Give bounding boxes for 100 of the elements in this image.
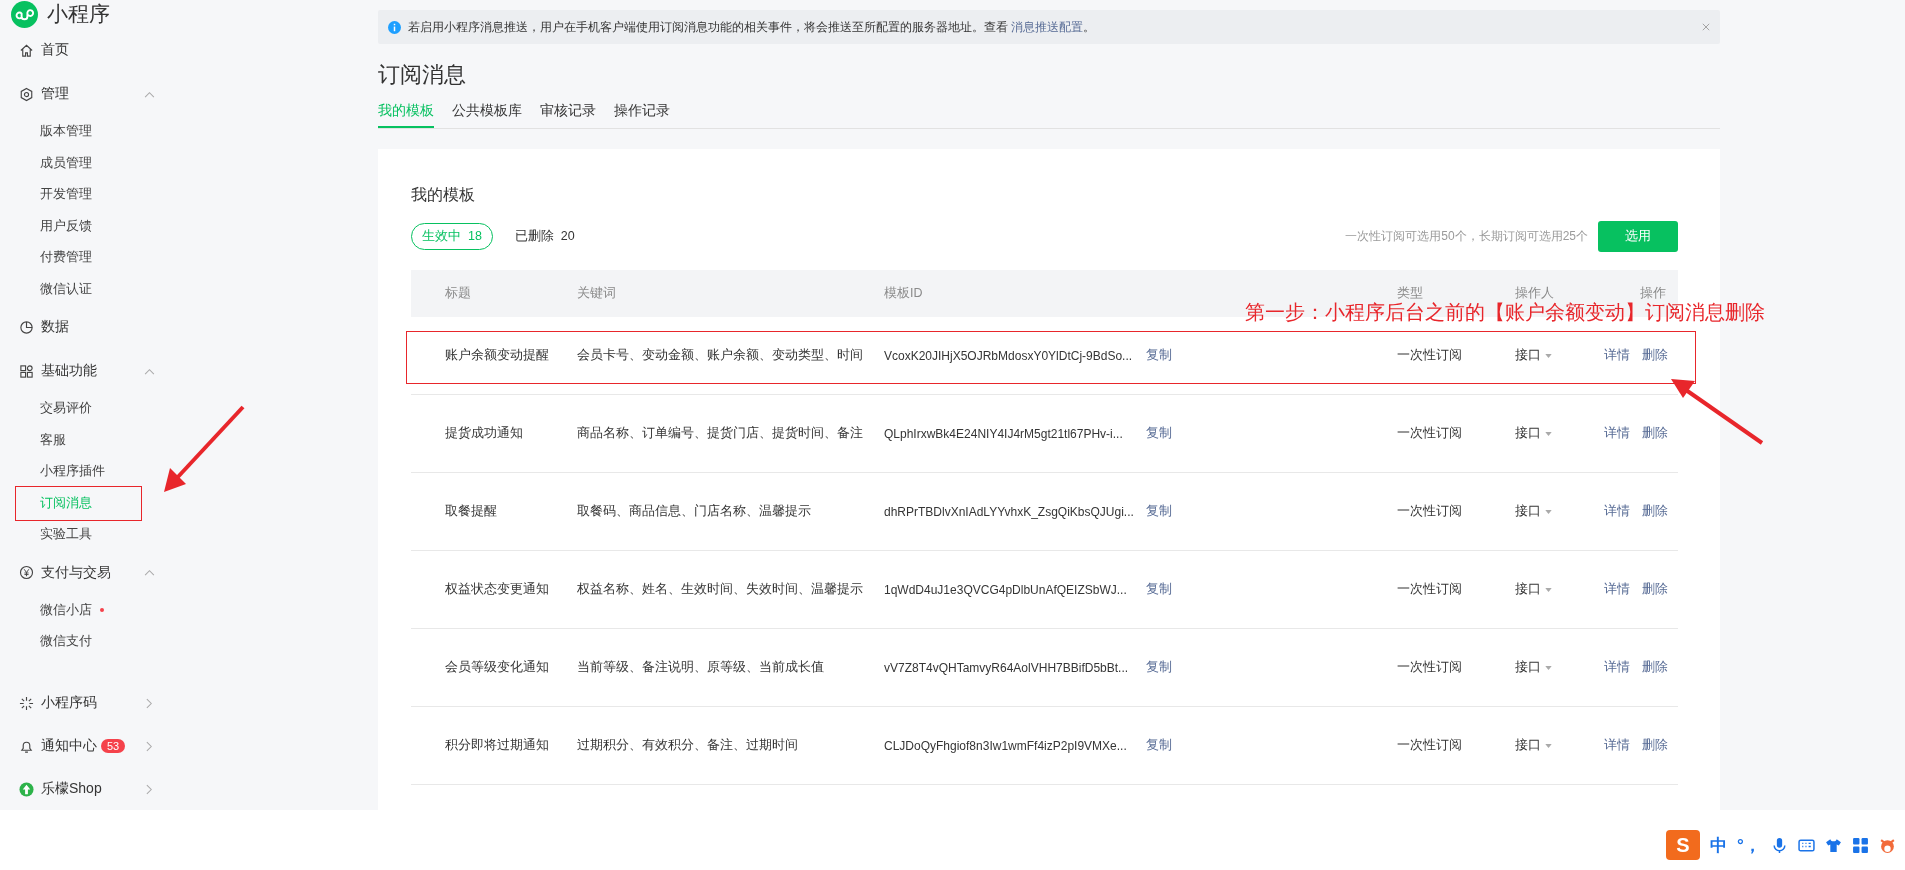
caret-icon: [1545, 665, 1552, 670]
action-link[interactable]: 删除: [1642, 503, 1668, 520]
table-cell-text: vV7Z8T4vQHTamvyR64AolVHH7BBifD5bBt...: [884, 660, 1130, 675]
sparkle-icon: [19, 695, 34, 711]
operator-dropdown[interactable]: 接口: [1515, 581, 1552, 598]
table-cell-text: VcoxK20JIHjX5OJRbMdosxY0YlDtCj-9BdSo...: [884, 348, 1134, 363]
sidebar-item[interactable]: 微信认证: [0, 273, 182, 305]
table-cell-text: 一次性订阅: [1397, 503, 1463, 520]
copy-link[interactable]: 复制: [1146, 660, 1172, 674]
quota-note: 一次性订阅可选用50个，长期订阅可选用25个: [1345, 227, 1588, 245]
ime-button[interactable]: °，: [1737, 833, 1761, 857]
table-cell-text: 取餐提醒: [445, 503, 498, 520]
sidebar-item[interactable]: 开发管理: [0, 179, 182, 211]
sidebar-item[interactable]: 小程序码: [0, 681, 182, 725]
table-cell-text: 一次性订阅: [1397, 425, 1463, 442]
action-link[interactable]: 删除: [1642, 737, 1668, 754]
operator-dropdown[interactable]: 接口: [1515, 425, 1552, 442]
column-header: 模板ID: [884, 285, 924, 302]
action-link[interactable]: 详情: [1604, 503, 1630, 520]
table-cell-text: 会员等级变化通知: [445, 659, 550, 676]
copy-link[interactable]: 复制: [1146, 504, 1172, 518]
page-title: 订阅消息: [378, 61, 467, 89]
sidebar-item[interactable]: 客服: [0, 424, 182, 456]
table-cell-text: 会员卡号、变动金额、账户余额、变动类型、时间: [577, 347, 864, 364]
action-link[interactable]: 删除: [1642, 347, 1668, 364]
action-link[interactable]: 详情: [1604, 581, 1630, 598]
settings-link[interactable]: 消息推送配置: [1011, 19, 1084, 34]
sidebar-item[interactable]: 数据: [0, 305, 182, 349]
table-cell-text: 当前等级、备注说明、原等级、当前成长值: [577, 659, 825, 676]
table-cell-text: 权益名称、姓名、生效时间、失效时间、温馨提示: [577, 581, 864, 598]
table-cell-text: 过期积分、有效积分、备注、过期时间: [577, 737, 799, 754]
action-link[interactable]: 详情: [1604, 659, 1630, 676]
action-link[interactable]: 删除: [1642, 659, 1668, 676]
sidebar-item[interactable]: 用户反馈: [0, 210, 182, 242]
column-header: 操作人: [1515, 285, 1555, 302]
app-name: 小程序: [47, 1, 110, 27]
table-cell-text: 一次性订阅: [1397, 659, 1463, 676]
action-link[interactable]: 详情: [1604, 347, 1630, 364]
count-badge: 53: [101, 739, 126, 753]
column-header: 标题: [445, 285, 472, 302]
settings-icon: [19, 86, 34, 102]
ime-button[interactable]: 中: [1710, 833, 1727, 857]
table-cell-text: 1qWdD4uJ1e3QVCG4pDlbUnAfQEIZSbWJ...: [884, 582, 1128, 597]
annotation-text: 第一步：小程序后台之前的【账户余额变动】订阅消息删除: [1245, 300, 1765, 325]
operator-dropdown[interactable]: 接口: [1515, 503, 1552, 520]
home-icon: [19, 42, 34, 58]
action-link[interactable]: 删除: [1642, 425, 1668, 442]
table-cell-text: 商品名称、订单编号、提货门店、提货时间、备注: [577, 425, 864, 442]
caret-icon: [1545, 743, 1552, 748]
action-link[interactable]: 详情: [1604, 737, 1630, 754]
filter-tab[interactable]: 已删除 20: [514, 227, 575, 245]
copy-link[interactable]: 复制: [1146, 426, 1172, 440]
table-cell-text: 积分即将过期通知: [445, 737, 550, 754]
column-header: 操作: [1639, 285, 1666, 302]
table-cell-text: 提货成功通知: [445, 425, 524, 442]
table-cell-text: CLJDoQyFhgiof8n3Iw1wmFf4izP2pI9VMXe...: [884, 738, 1128, 753]
sidebar-item[interactable]: 首页: [0, 28, 182, 72]
copy-link[interactable]: 复制: [1146, 348, 1172, 362]
operator-dropdown[interactable]: 接口: [1515, 737, 1552, 754]
table-cell-text: 账户余额变动提醒: [445, 347, 550, 364]
sidebar-item[interactable]: 通知中心 53: [0, 724, 182, 768]
table-cell-text: 权益状态变更通知: [445, 581, 550, 598]
sidebar-item[interactable]: 实验工具: [0, 519, 182, 551]
caret-icon: [1545, 353, 1552, 358]
sidebar-item[interactable]: 微信支付: [0, 626, 182, 658]
copy-link[interactable]: 复制: [1146, 738, 1172, 752]
table-cell-text: QLphIrxwBk4E24NIY4IJ4rM5gt21tl67PHv-i...: [884, 426, 1124, 441]
sidebar-item[interactable]: 基础功能: [0, 349, 182, 393]
action-link[interactable]: 删除: [1642, 581, 1668, 598]
caret-icon: [1545, 509, 1552, 514]
operator-dropdown[interactable]: 接口: [1515, 347, 1552, 364]
copy-link[interactable]: 复制: [1146, 582, 1172, 596]
card-title: 我的模板: [411, 185, 476, 205]
tab[interactable]: 公共模板库: [452, 102, 522, 126]
sidebar-item[interactable]: 版本管理: [0, 116, 182, 148]
operator-dropdown[interactable]: 接口: [1515, 659, 1552, 676]
keyboard-icon[interactable]: [1797, 836, 1815, 854]
tab[interactable]: 审核记录: [540, 102, 596, 126]
sidebar-item[interactable]: 微信小店: [0, 594, 182, 626]
column-header: 关键词: [577, 285, 617, 302]
sidebar-item[interactable]: 成员管理: [0, 147, 182, 179]
sidebar-item[interactable]: 付费管理: [0, 242, 182, 274]
action-link[interactable]: 详情: [1604, 425, 1630, 442]
tab[interactable]: 操作记录: [614, 102, 670, 126]
table-cell-text: dhRPrTBDlvXnIAdLYYvhxK_ZsgQiKbsQJUgi...: [884, 504, 1135, 519]
sidebar-item[interactable]: 交易评价: [0, 393, 182, 425]
shirt-icon[interactable]: [1824, 836, 1842, 854]
caret-icon: [1545, 431, 1552, 436]
sidebar-item[interactable]: 乐檬Shop: [0, 767, 182, 810]
column-header: 类型: [1397, 285, 1424, 302]
info-icon: [388, 20, 401, 34]
sidebar-item[interactable]: 管理: [0, 72, 182, 116]
table-cell-text: 一次性订阅: [1397, 581, 1463, 598]
pie-chart-icon: [19, 319, 34, 335]
sidebar-item[interactable]: 支付与交易: [0, 550, 182, 595]
leaf-icon: [19, 781, 34, 797]
table-cell-text: 一次性订阅: [1397, 347, 1463, 364]
sidebar-item[interactable]: 小程序插件: [0, 456, 182, 488]
grid-icon[interactable]: [1851, 836, 1869, 854]
yen-icon: [19, 565, 34, 580]
